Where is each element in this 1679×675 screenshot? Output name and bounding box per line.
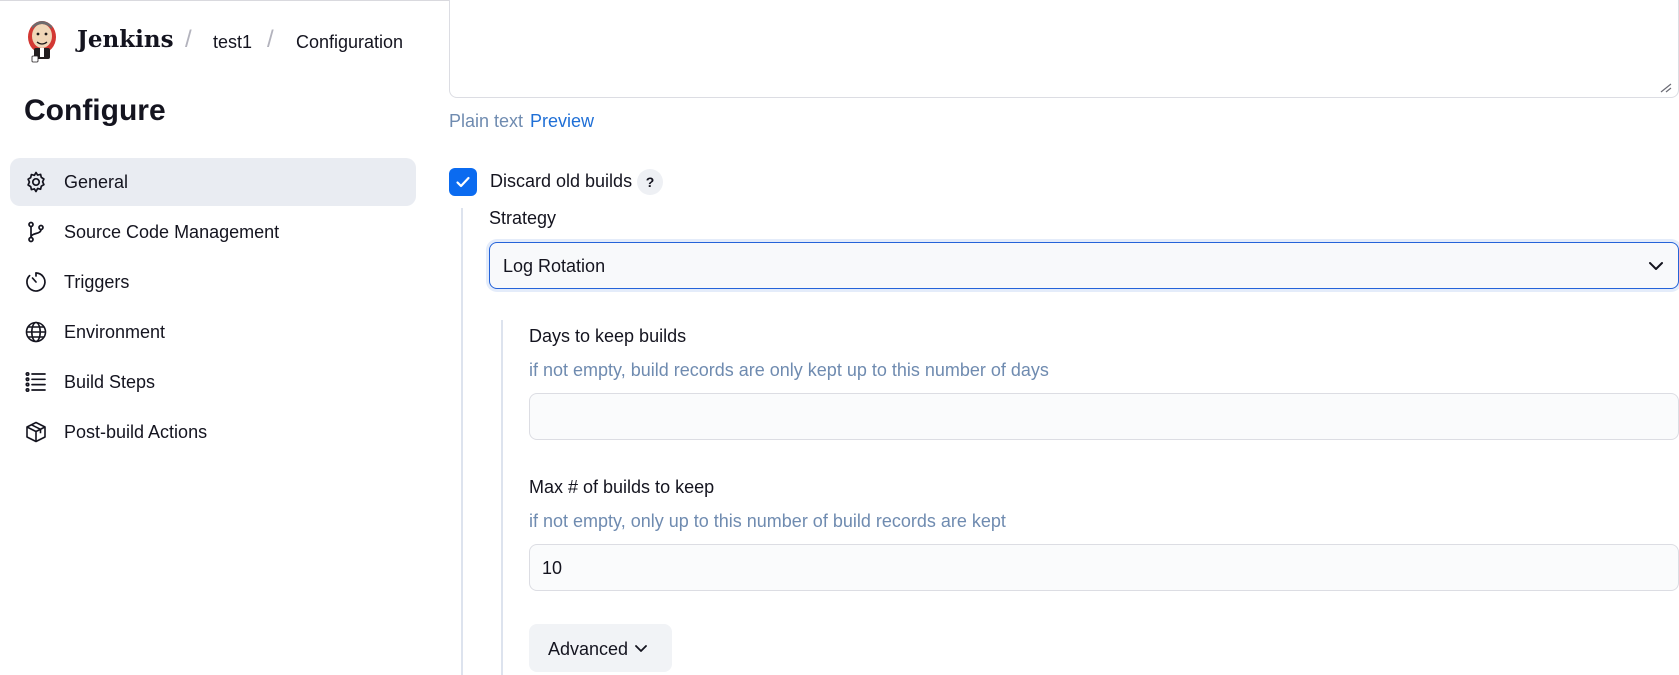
discard-old-builds-label[interactable]: Discard old builds bbox=[490, 171, 632, 192]
breadcrumb-configuration[interactable]: Configuration bbox=[296, 32, 403, 53]
sidebar-item-label: Build Steps bbox=[64, 372, 156, 392]
breadcrumb-job[interactable]: test1 bbox=[213, 32, 252, 53]
max-builds-label: Max # of builds to keep bbox=[529, 477, 715, 497]
subsection-indent-line bbox=[501, 320, 503, 675]
advanced-button[interactable]: Advanced bbox=[529, 624, 672, 672]
sidebar-item-label: Source Code Management bbox=[64, 222, 280, 242]
header: Jenkins / test1 / Configuration bbox=[0, 0, 440, 84]
max-builds-value: 10 bbox=[542, 558, 563, 578]
days-to-keep-help: if not empty, build records are only kep… bbox=[529, 360, 1049, 380]
sidebar-item-label: General bbox=[64, 172, 129, 192]
chevron-down-icon bbox=[1649, 262, 1663, 270]
sidebar-item-build-steps[interactable]: Build Steps bbox=[10, 358, 416, 406]
strategy-select[interactable]: Log Rotation bbox=[489, 242, 1679, 289]
sidebar-item-source-code-management[interactable]: Source Code Management bbox=[10, 208, 416, 256]
sidebar-item-triggers[interactable]: Triggers bbox=[10, 258, 416, 306]
sidebar-item-environment[interactable]: Environment bbox=[10, 308, 416, 356]
preview-link[interactable]: Preview bbox=[530, 111, 594, 132]
gear-icon bbox=[27, 171, 45, 193]
chevron-down-icon bbox=[635, 645, 647, 652]
days-to-keep-input[interactable] bbox=[529, 393, 1679, 440]
help-button[interactable]: ? bbox=[637, 169, 663, 195]
branch-icon bbox=[28, 221, 44, 243]
description-textarea[interactable] bbox=[449, 0, 1679, 98]
strategy-label: Strategy bbox=[489, 208, 557, 228]
discard-old-builds-checkbox[interactable] bbox=[449, 168, 477, 196]
strategy-selected-value: Log Rotation bbox=[503, 256, 606, 276]
resize-handle-icon[interactable] bbox=[1660, 83, 1672, 93]
sidebar-item-label: Environment bbox=[64, 322, 166, 342]
jenkins-logo-icon[interactable] bbox=[24, 17, 60, 63]
timer-icon bbox=[26, 272, 46, 292]
max-builds-help: if not empty, only up to this number of … bbox=[529, 511, 1006, 531]
max-builds-input[interactable]: 10 bbox=[529, 544, 1679, 591]
days-to-keep-label: Days to keep builds bbox=[529, 326, 687, 346]
breadcrumb-separator: / bbox=[267, 26, 274, 53]
breadcrumb-separator: / bbox=[185, 26, 192, 53]
sidebar-item-post-build-actions[interactable]: Post-build Actions bbox=[10, 408, 416, 456]
sidebar-item-label: Post-build Actions bbox=[64, 422, 208, 442]
checkmark-icon bbox=[456, 176, 470, 188]
brand-name[interactable]: Jenkins bbox=[77, 26, 174, 53]
section-indent-line bbox=[461, 208, 463, 675]
advanced-label: Advanced bbox=[548, 639, 629, 659]
sidebar-item-label: Triggers bbox=[64, 272, 130, 292]
list-icon bbox=[25, 371, 46, 393]
page-title: Configure bbox=[24, 94, 166, 127]
plain-text-label: Plain text bbox=[449, 111, 524, 131]
sidebar-item-general[interactable]: General bbox=[10, 158, 416, 206]
globe-icon bbox=[25, 321, 47, 343]
package-icon bbox=[26, 421, 46, 443]
